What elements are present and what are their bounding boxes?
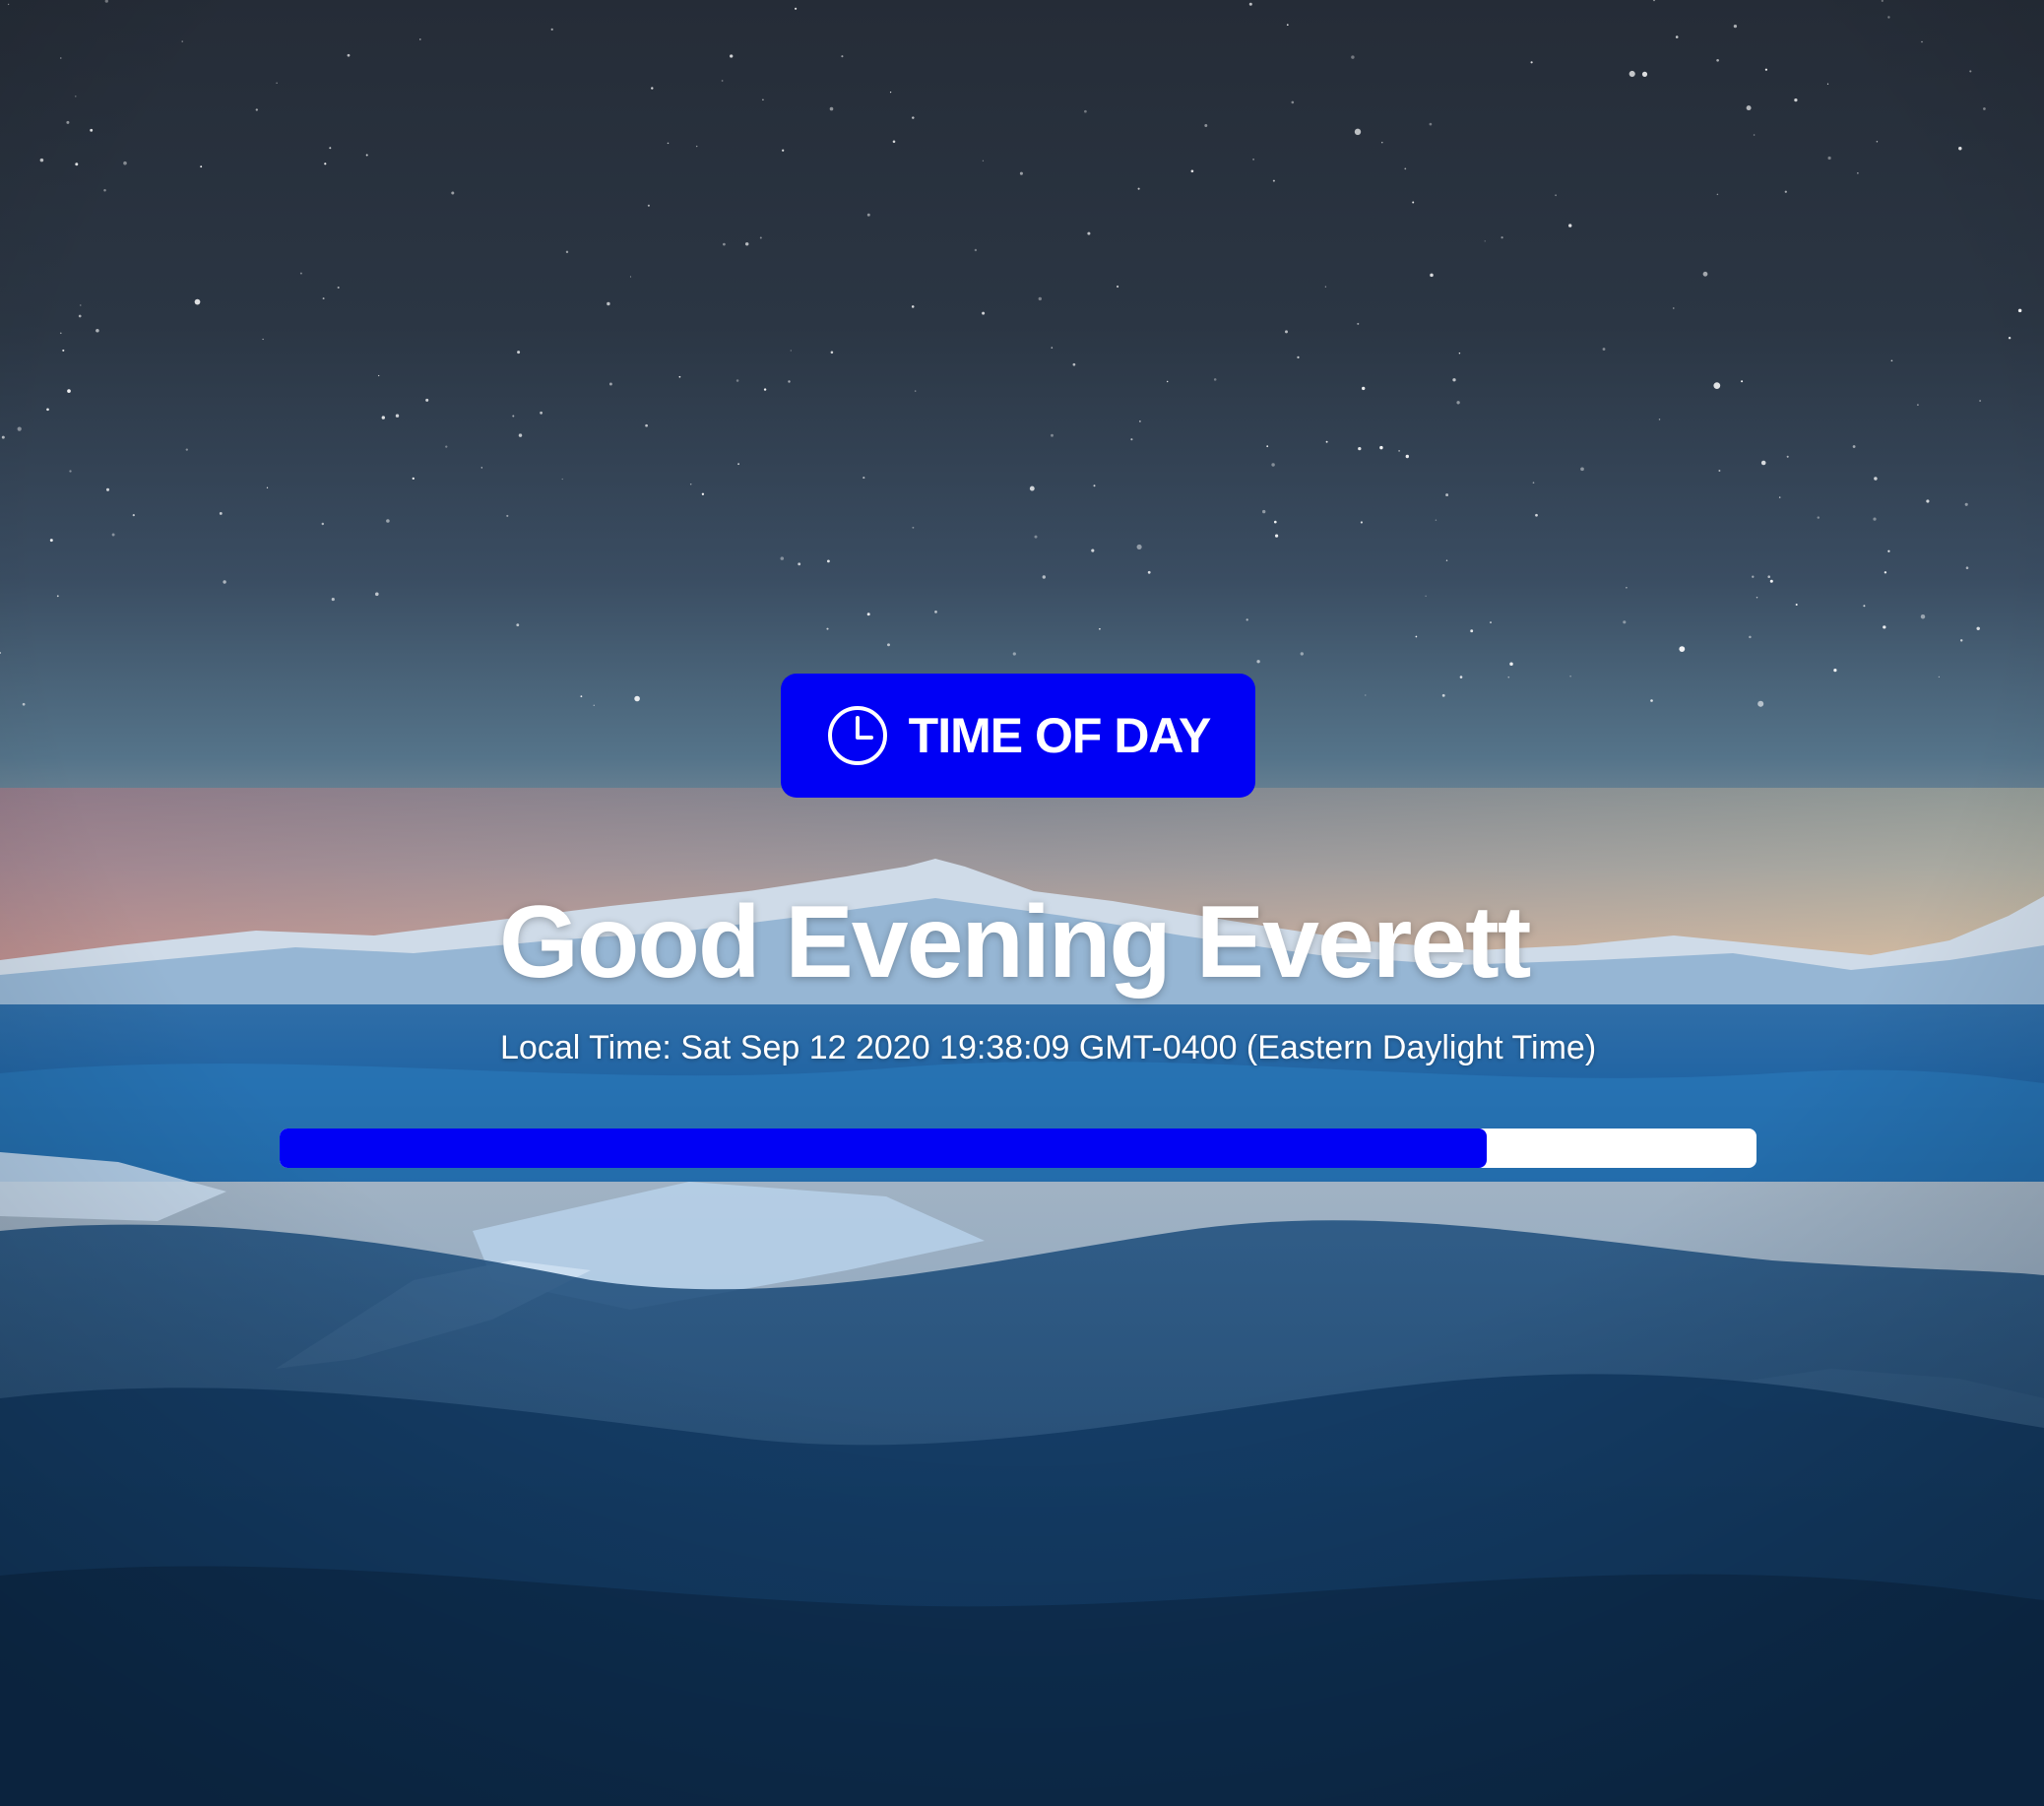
time-of-day-label: TIME OF DAY — [908, 708, 1212, 763]
time-of-day-button[interactable]: TIME OF DAY — [781, 674, 1255, 798]
local-time-text: Local Time: Sat Sep 12 2020 19:38:09 GMT… — [500, 1029, 1597, 1066]
day-progress-fill — [280, 1129, 1488, 1168]
day-progress-bar — [280, 1129, 1757, 1168]
greeting-heading: Good Evening Everett — [499, 885, 1531, 1000]
clock-icon — [826, 704, 889, 767]
